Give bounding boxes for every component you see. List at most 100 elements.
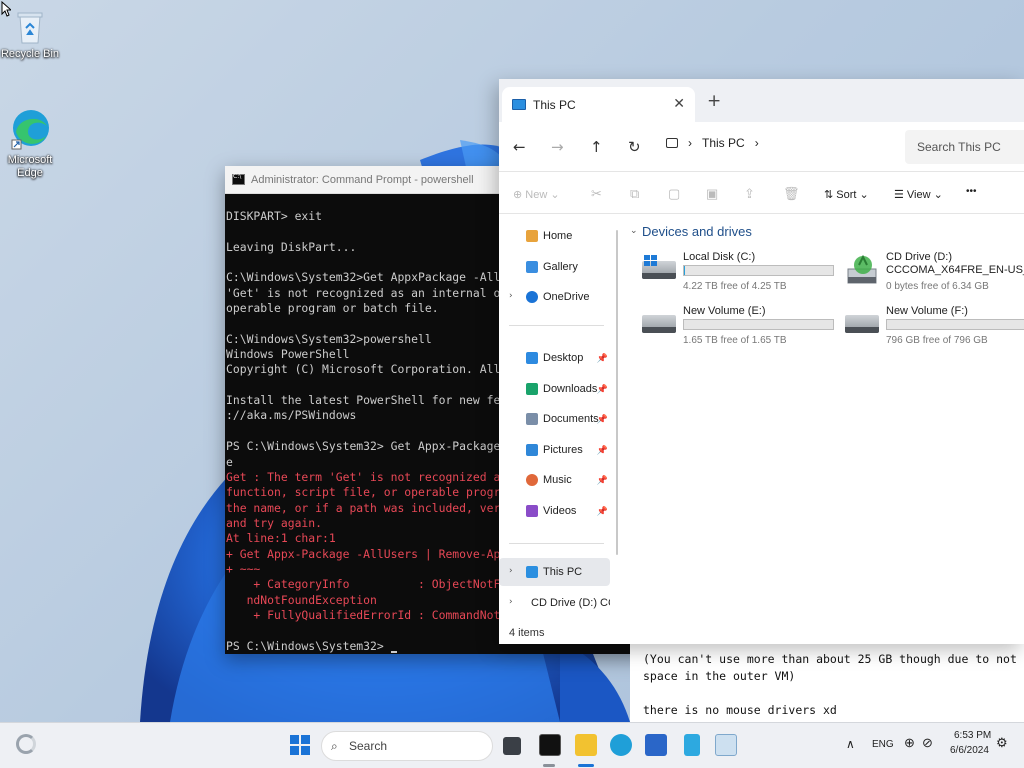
drive-usage-bar <box>886 319 1024 330</box>
active-indicator <box>578 764 594 767</box>
terminal-app-icon[interactable] <box>539 734 561 756</box>
pin-icon[interactable]: 📌 <box>597 384 608 395</box>
sidebar-item-videos[interactable]: Videos 📌 <box>499 497 610 525</box>
delete-icon[interactable]: 🗑 <box>783 186 800 202</box>
clock-time[interactable]: 6:53 PM <box>954 730 991 741</box>
store-app-icon[interactable] <box>645 734 667 756</box>
music-icon <box>526 474 538 486</box>
drive-name: New Volume (F:) <box>886 305 968 317</box>
drive-usage-bar <box>683 319 834 330</box>
drive-name: CD Drive (D:) <box>886 251 952 263</box>
forward-arrow-icon[interactable]: → <box>551 138 564 156</box>
cut-icon[interactable]: ✂ <box>591 186 602 202</box>
drive-label: CCCOMA_X64FRE_EN-US_DV9 <box>886 264 1024 276</box>
network-icon[interactable]: ⊕ <box>904 735 915 751</box>
sidebar-item-label: Videos <box>543 505 577 517</box>
notifications-icon[interactable]: ⚙ <box>996 735 1008 751</box>
volume-icon[interactable]: ⊘ <box>922 735 933 751</box>
sidebar-divider <box>509 543 604 544</box>
drive-new-volume-f[interactable]: New Volume (F:) 796 GB free of 796 GB <box>845 305 1024 351</box>
photos-app-icon[interactable] <box>715 734 737 756</box>
more-options-icon[interactable]: ••• <box>966 186 977 197</box>
sidebar-divider <box>509 325 604 326</box>
drive-local-disk-c[interactable]: Local Disk (C:) 4.22 TB free of 4.25 TB <box>642 251 842 297</box>
rename-icon[interactable]: ▣ <box>706 186 718 202</box>
desktop-icon-edge[interactable]: Microsoft Edge <box>0 106 60 180</box>
hard-drive-icon <box>642 255 676 279</box>
text-line: there is no mouse drivers xd <box>643 703 837 717</box>
new-tab-button[interactable]: + <box>707 91 721 111</box>
sidebar-item-cd-drive[interactable]: CD Drive (D:) CC <box>499 589 610 617</box>
show-hidden-icons-button[interactable]: ∧ <box>846 737 855 751</box>
chevron-down-icon[interactable]: ⌄ <box>630 226 638 236</box>
sidebar-item-home[interactable]: Home <box>499 222 610 250</box>
sidebar-item-label: Gallery <box>543 261 578 273</box>
sidebar-item-music[interactable]: Music 📌 <box>499 466 610 494</box>
chevron-right-icon: › <box>688 136 692 150</box>
sidebar-item-downloads[interactable]: Downloads 📌 <box>499 375 610 403</box>
cmd-app-icon <box>232 173 245 185</box>
sidebar-item-documents[interactable]: Documents 📌 <box>499 405 610 433</box>
view-button[interactable]: ☰ View ⌄ <box>894 188 943 201</box>
desktop-icon-label: Recycle Bin <box>0 48 60 60</box>
sidebar-item-label: CD Drive (D:) CC <box>531 597 610 609</box>
chevron-right-icon: › <box>754 136 759 150</box>
gallery-icon <box>526 261 538 273</box>
file-explorer-app-icon[interactable] <box>575 734 597 756</box>
sidebar-scrollbar[interactable] <box>616 230 618 555</box>
file-explorer-window[interactable]: This PC ✕ + ← → ↑ ↻ › This PC › Search T… <box>499 79 1024 644</box>
paste-icon[interactable]: ▢ <box>668 186 680 202</box>
pin-icon[interactable]: 📌 <box>597 414 608 425</box>
chevron-right-icon[interactable]: › <box>509 566 513 576</box>
edge-app-icon[interactable] <box>610 734 632 756</box>
tab-this-pc[interactable]: This PC ✕ <box>502 87 695 122</box>
close-tab-icon[interactable]: ✕ <box>673 96 685 112</box>
pin-icon[interactable]: 📌 <box>597 353 608 364</box>
notepad-app-icon[interactable] <box>684 734 700 756</box>
drive-name: New Volume (E:) <box>683 305 766 317</box>
sidebar-item-this-pc[interactable]: This PC <box>499 558 610 586</box>
new-label: New <box>525 189 548 201</box>
back-arrow-icon[interactable]: ← <box>513 138 526 156</box>
documents-icon <box>526 413 538 425</box>
breadcrumb[interactable]: › This PC › <box>666 136 759 150</box>
pin-icon[interactable]: 📌 <box>597 445 608 456</box>
text-line <box>643 685 1024 702</box>
monitor-icon <box>512 99 526 110</box>
up-arrow-icon[interactable]: ↑ <box>590 138 603 156</box>
pin-icon[interactable]: 📌 <box>597 506 608 517</box>
refresh-icon[interactable]: ↻ <box>628 138 641 156</box>
drive-new-volume-e[interactable]: New Volume (E:) 1.65 TB free of 1.65 TB <box>642 305 842 351</box>
drive-cd-d[interactable]: CD Drive (D:) CCCOMA_X64FRE_EN-US_DV9 0 … <box>845 251 1024 297</box>
search-label: Search <box>349 739 388 753</box>
drive-usage-bar <box>683 265 834 276</box>
sort-button[interactable]: ⇅ Sort ⌄ <box>824 188 869 201</box>
address-bar-row: ← → ↑ ↻ › This PC › Search This PC <box>499 122 1024 172</box>
drive-usage-fill <box>684 266 686 275</box>
taskbar-search-box[interactable]: ⌕ Search <box>321 731 493 761</box>
sidebar-item-label: Home <box>543 230 573 242</box>
clock-date[interactable]: 6/6/2024 <box>950 745 989 756</box>
sidebar-item-onedrive[interactable]: OneDrive <box>499 283 610 311</box>
copy-icon[interactable]: ⧉ <box>630 186 639 202</box>
sidebar-item-pictures[interactable]: Pictures 📌 <box>499 436 610 464</box>
pictures-icon <box>526 444 538 456</box>
new-button[interactable]: ⊕ New ⌄ <box>513 188 560 201</box>
widgets-icon[interactable] <box>16 734 36 754</box>
sidebar-item-desktop[interactable]: Desktop 📌 <box>499 344 610 372</box>
text-cursor <box>390 650 397 653</box>
share-icon[interactable]: ⇪ <box>744 186 755 202</box>
group-header[interactable]: Devices and drives <box>642 224 752 239</box>
breadcrumb-item[interactable]: This PC <box>702 136 745 150</box>
desktop-icon-recycle-bin[interactable]: Recycle Bin <box>0 10 60 61</box>
task-view-icon[interactable] <box>503 737 521 755</box>
sidebar-item-gallery[interactable]: Gallery <box>499 253 610 281</box>
sidebar-item-label: This PC <box>543 566 583 578</box>
pin-icon[interactable]: 📌 <box>597 475 608 486</box>
navigation-pane: Home Gallery › OneDrive Desktop 📌 Downlo… <box>499 214 620 622</box>
status-bar-item-count: 4 items <box>509 627 545 639</box>
start-button[interactable] <box>289 734 311 756</box>
language-indicator[interactable]: ENG <box>872 739 894 750</box>
drive-free-space: 0 bytes free of 6.34 GB <box>886 281 989 292</box>
search-input[interactable]: Search This PC <box>905 130 1024 164</box>
